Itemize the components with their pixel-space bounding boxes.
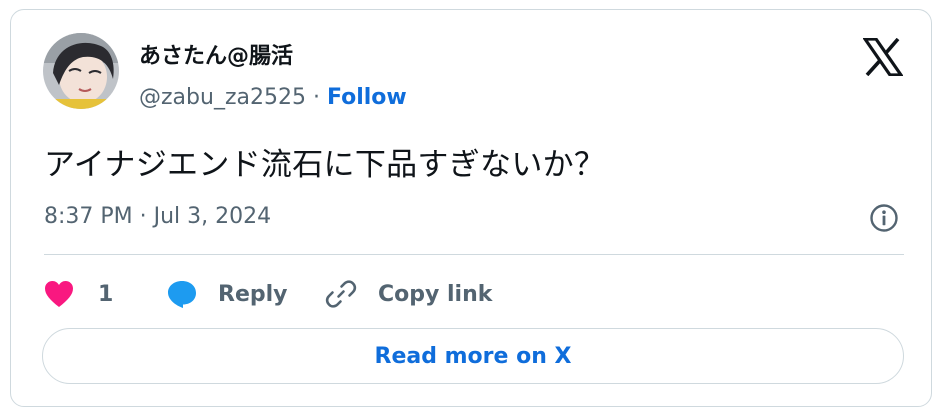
display-name[interactable]: あさたん@腸活 <box>139 42 293 72</box>
x-logo-icon[interactable] <box>861 37 905 77</box>
avatar[interactable] <box>43 33 119 109</box>
reply-button[interactable]: Reply <box>166 274 288 314</box>
separator: · <box>305 85 327 110</box>
tweet-text: アイナジエンド流石に下品すぎないか？ <box>44 147 606 183</box>
divider <box>44 254 904 255</box>
embedded-tweet-card: あさたん@腸活 @zabu_za2525 · Follow アイナジエンド流石に… <box>10 9 932 407</box>
handle-row: @zabu_za2525 · Follow <box>139 83 407 113</box>
follow-link[interactable]: Follow <box>327 85 407 110</box>
handle[interactable]: @zabu_za2525 <box>139 85 306 110</box>
action-bar: 1 Reply Copy link <box>44 274 644 314</box>
read-more-button[interactable]: Read more on X <box>42 328 904 384</box>
speech-bubble-icon <box>168 281 196 308</box>
like-button[interactable]: 1 <box>44 274 113 314</box>
link-icon <box>325 280 357 308</box>
heart-icon <box>45 281 73 307</box>
like-count: 1 <box>98 281 114 307</box>
copy-link-button[interactable]: Copy link <box>324 274 492 314</box>
avatar-image <box>43 33 119 109</box>
reply-label: Reply <box>218 281 288 307</box>
copy-link-label: Copy link <box>378 281 493 307</box>
tweet-timestamp[interactable]: 8:37 PM · Jul 3, 2024 <box>44 202 271 232</box>
info-icon[interactable] <box>869 203 899 233</box>
